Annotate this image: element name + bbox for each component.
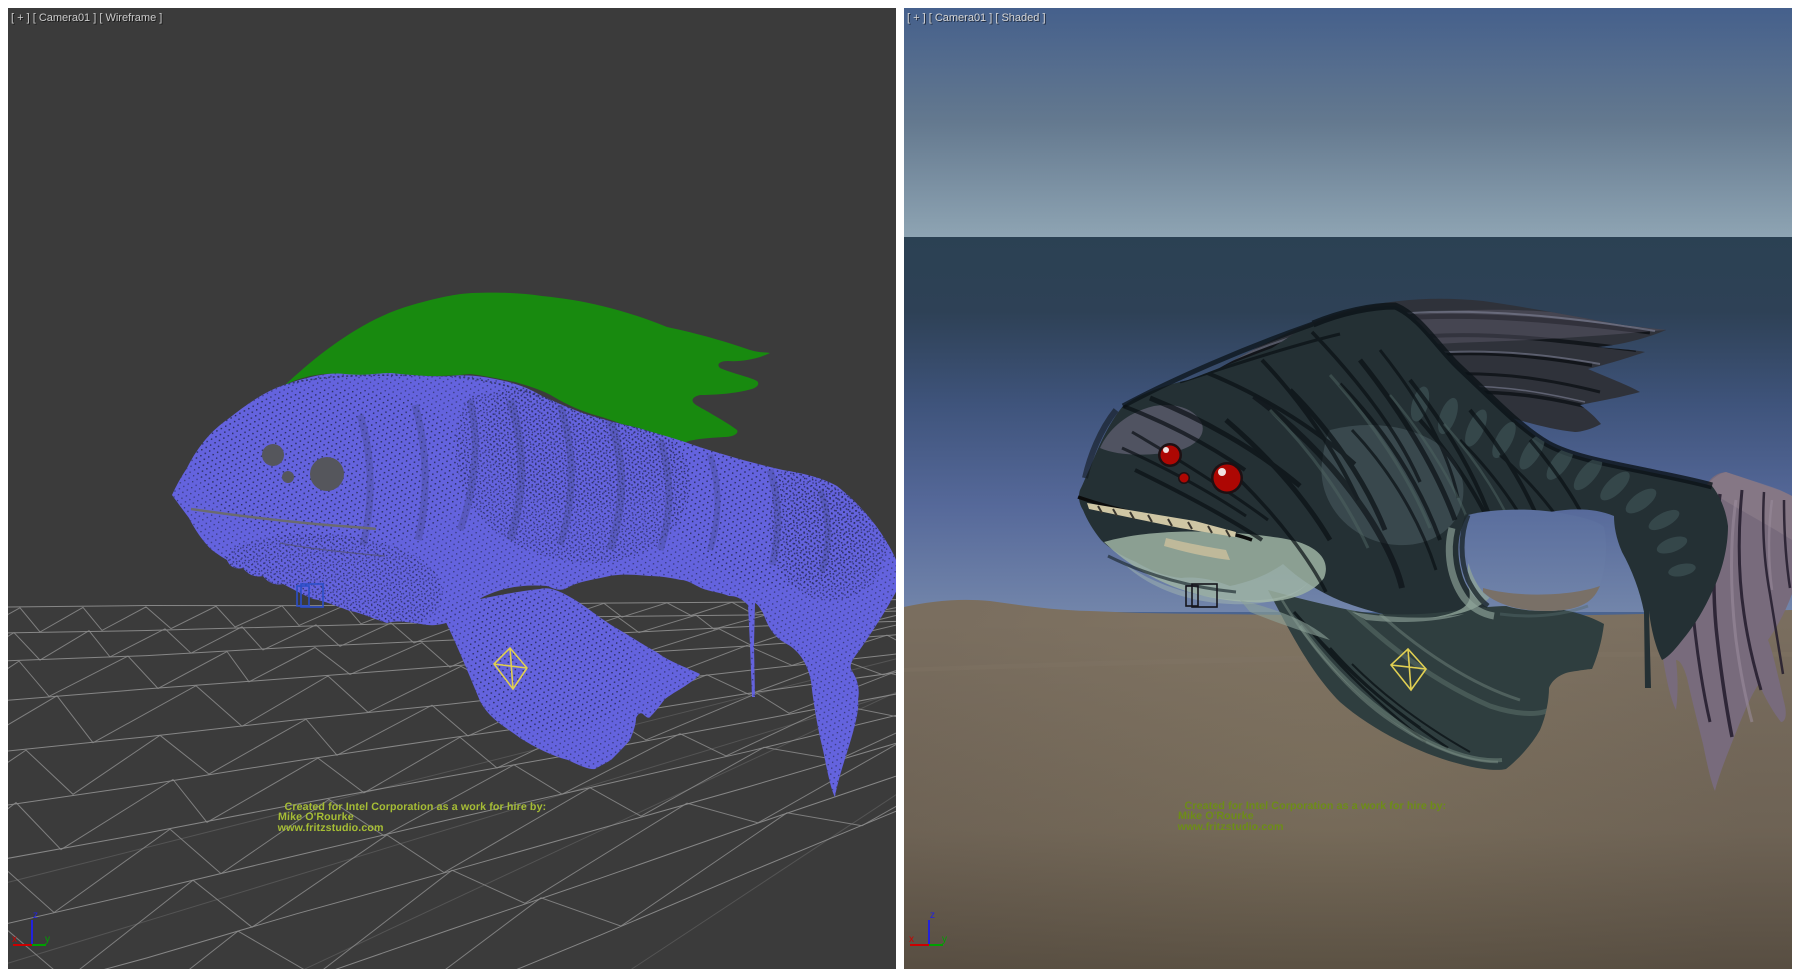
svg-text:y: y (45, 934, 50, 945)
svg-text:x: x (909, 934, 914, 945)
svg-text:x: x (12, 934, 17, 945)
svg-text:z: z (33, 910, 38, 921)
svg-text:y: y (942, 934, 947, 945)
svg-text:z: z (930, 910, 935, 921)
